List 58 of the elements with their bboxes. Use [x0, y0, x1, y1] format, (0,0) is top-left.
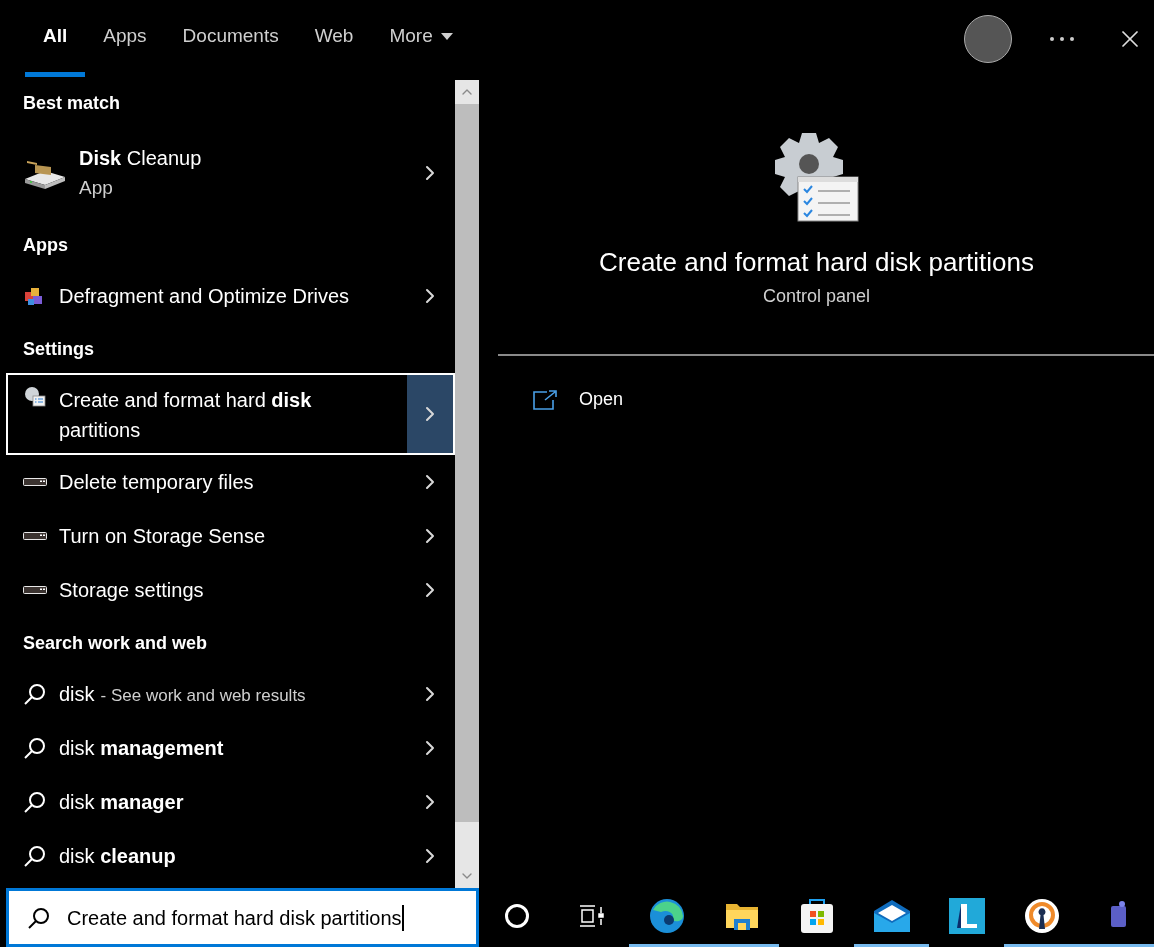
filter-tab[interactable]: Apps — [85, 0, 165, 77]
section-heading: Apps — [22, 234, 69, 257]
filter-tab[interactable]: More — [371, 0, 471, 77]
search-icon — [27, 905, 51, 930]
search-result[interactable]: Disk Cleanup App — [6, 127, 455, 219]
result-title: Turn on Storage Sense — [59, 524, 266, 549]
result-title: disk cleanup — [59, 844, 176, 869]
preview-subtitle: Control panel — [762, 285, 871, 308]
search-icon — [23, 682, 47, 706]
result-subtitle: App — [79, 176, 114, 200]
search-icon — [23, 790, 47, 814]
keyhole-icon[interactable] — [1023, 898, 1060, 934]
more-options-icon[interactable] — [1050, 36, 1074, 41]
search-result[interactable]: Defragment and Optimize Drives — [6, 269, 455, 323]
drive-icon — [23, 586, 47, 594]
scroll-up-button[interactable] — [455, 80, 479, 104]
search-field[interactable]: Create and format hard disk partitions — [6, 888, 479, 947]
open-action[interactable]: Open — [533, 386, 1154, 413]
search-result[interactable]: disk cleanup — [6, 829, 455, 883]
dropdown-caret-icon — [440, 32, 453, 40]
search-result[interactable]: disk management — [6, 721, 455, 775]
settings-checklist-icon — [23, 385, 47, 409]
filter-tab[interactable]: Documents — [164, 0, 297, 77]
filter-tab[interactable]: All — [25, 0, 86, 77]
result-title: Storage settings — [59, 578, 204, 603]
section-heading: Best match — [22, 92, 122, 115]
search-result[interactable]: disk manager — [6, 775, 455, 829]
search-result[interactable]: Turn on Storage Sense — [6, 509, 455, 563]
cortana-icon[interactable] — [504, 904, 529, 928]
section-heading: Settings — [22, 338, 95, 361]
store-bag-icon[interactable] — [799, 898, 834, 934]
result-hint: - See work and web results — [100, 685, 306, 707]
result-title: Disk Cleanup — [79, 146, 202, 171]
filter-tab[interactable]: Web — [296, 0, 372, 77]
result-title: disk — [59, 682, 95, 707]
search-result[interactable]: Delete temporary files — [6, 455, 455, 509]
search-result[interactable]: Storage settings — [6, 563, 455, 617]
result-title: Delete temporary files — [59, 470, 254, 495]
search-result[interactable]: disk - See work and web results — [6, 667, 455, 721]
scrollbar[interactable] — [455, 80, 479, 888]
drive-icon — [23, 478, 47, 486]
search-result[interactable]: Create and format hard disk partitions — [6, 373, 455, 455]
preview-title: Create and format hard disk partitions — [599, 246, 1034, 279]
folder-icon[interactable] — [725, 902, 758, 930]
result-title: disk management — [59, 736, 224, 761]
result-title: Defragment and Optimize Drives — [59, 284, 350, 309]
section-heading: Search work and web — [22, 632, 209, 655]
avatar[interactable] — [964, 14, 1012, 63]
letter-app-icon[interactable] — [948, 898, 985, 934]
result-title: disk manager — [59, 790, 184, 815]
open-external-icon — [533, 389, 557, 410]
result-title: Create and format hard disk partitions — [59, 388, 313, 443]
drive-icon — [23, 532, 47, 540]
search-icon — [23, 844, 47, 868]
task-view-icon[interactable] — [578, 905, 605, 927]
search-icon — [23, 736, 47, 760]
mail-envelope-icon[interactable] — [873, 899, 910, 933]
text-cursor — [401, 904, 404, 931]
